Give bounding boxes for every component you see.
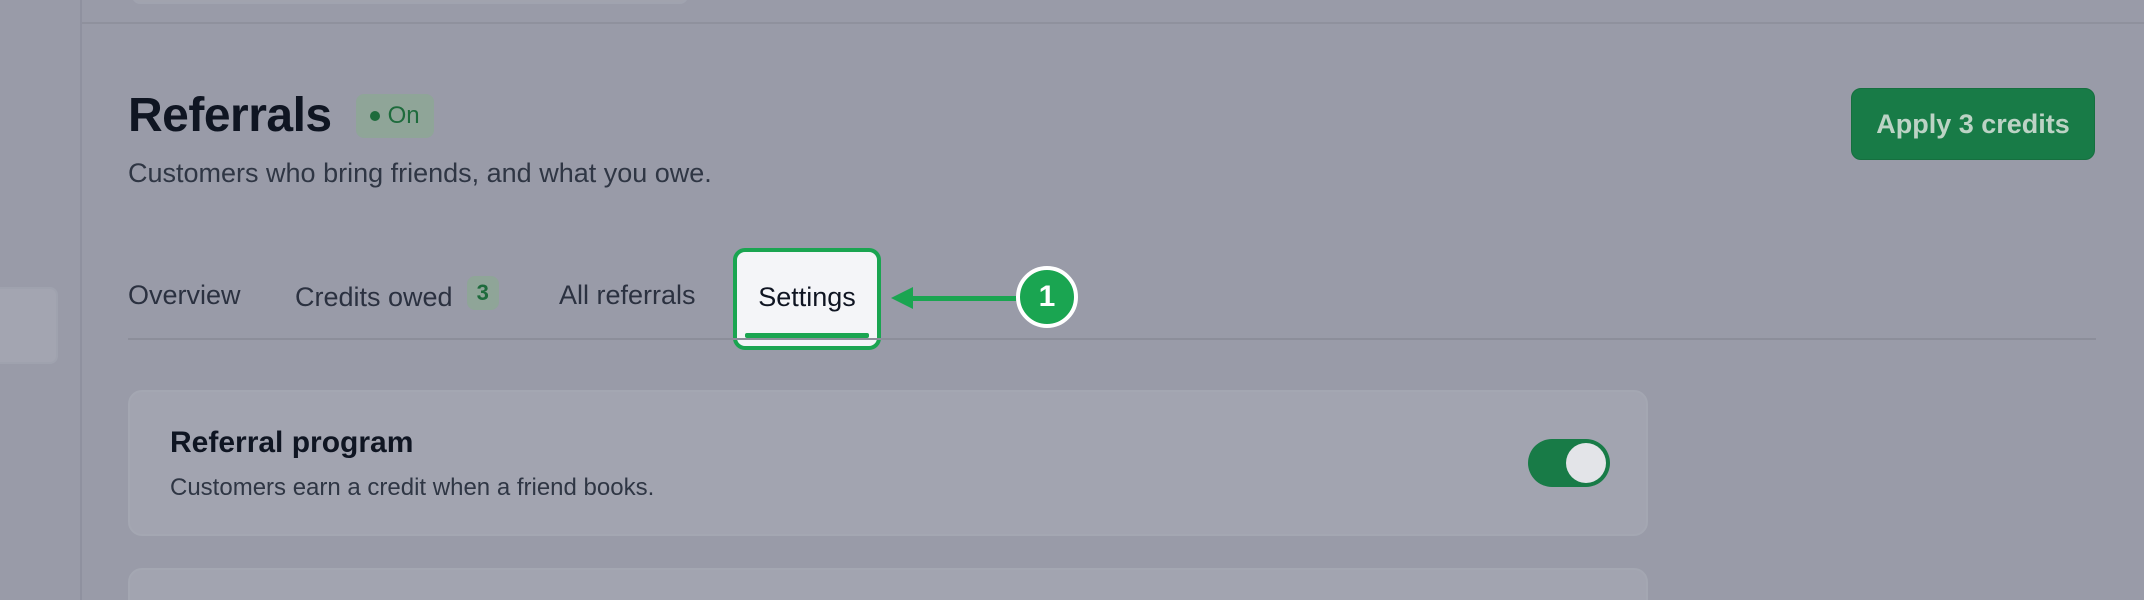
tab-credits-owed[interactable]: Credits owed 3: [295, 276, 499, 314]
status-dot-icon: [369, 110, 380, 121]
apply-credits-button[interactable]: Apply 3 credits: [1851, 88, 2095, 160]
referral-program-description: Customers earn a credit when a friend bo…: [170, 474, 655, 501]
tab-all-referrals[interactable]: All referrals: [559, 280, 696, 311]
annotation-arrow-head-icon: [891, 287, 913, 309]
tab-settings-label: Settings: [758, 282, 856, 312]
referral-program-toggle[interactable]: [1528, 439, 1610, 487]
toggle-knob: [1566, 443, 1606, 483]
top-divider: [82, 22, 2144, 24]
tabs-divider: [128, 338, 2096, 340]
top-search-field[interactable]: [132, 0, 688, 4]
annotation-arrow-line: [912, 296, 1016, 301]
tab-credits-owed-label: Credits owed: [295, 281, 453, 312]
sidebar-card[interactable]: [0, 287, 58, 364]
referral-program-card: Referral program Customers earn a credit…: [128, 390, 1648, 536]
referrals-page: Referrals On Customers who bring friends…: [0, 0, 2144, 600]
next-settings-card: [128, 568, 1648, 600]
page-header: Referrals On: [128, 88, 434, 143]
status-badge-label: On: [387, 101, 420, 129]
status-badge: On: [355, 93, 434, 138]
tab-settings[interactable]: Settings: [733, 248, 881, 350]
tab-overview[interactable]: Overview: [128, 280, 241, 311]
credits-count-badge: 3: [466, 276, 499, 310]
annotation-step-marker: 1: [1016, 266, 1078, 328]
referral-program-title: Referral program: [170, 426, 414, 459]
page-title: Referrals: [128, 89, 332, 142]
page-subtitle: Customers who bring friends, and what yo…: [128, 158, 712, 188]
